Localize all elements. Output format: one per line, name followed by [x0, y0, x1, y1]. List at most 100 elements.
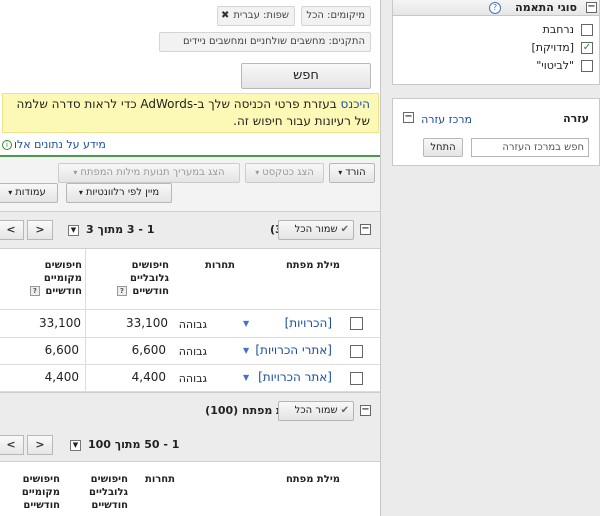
- match-type-exact-checkbox[interactable]: ✓: [581, 42, 593, 54]
- ideas-col-header-global-monthly[interactable]: חיפושים גלובליים חודשיים: [78, 473, 128, 512]
- col-header-keyword[interactable]: מילת מפתח: [286, 259, 340, 272]
- ideas-col-header-keyword[interactable]: מילת מפתח: [286, 473, 340, 486]
- keyword-ideas-collapse-icon[interactable]: −: [360, 405, 371, 416]
- match-type-broad-checkbox[interactable]: [581, 24, 593, 36]
- search-button[interactable]: חפש: [241, 63, 371, 89]
- help-center-link[interactable]: מרכז עזרה: [421, 113, 472, 126]
- col-header-local-monthly-label: חיפושים מקומיים חודשיים: [43, 260, 82, 297]
- language-filter-chip[interactable]: שפות: עברית ✖: [217, 6, 295, 26]
- col-header-local-monthly[interactable]: חיפושים מקומיים חודשיים ?: [20, 259, 82, 298]
- show-as-text-label: הצג כטקסט: [262, 167, 314, 178]
- search-terms-next-page-button[interactable]: >: [27, 220, 53, 240]
- help-search-input[interactable]: חפש במרכז העזרה: [471, 138, 589, 157]
- keyword-menu-caret-icon[interactable]: ▼: [243, 346, 249, 355]
- local-monthly-value: 33,100: [39, 316, 81, 330]
- match-type-phrase-checkbox[interactable]: [581, 60, 593, 72]
- show-in-traffic-estimator-label: הצג במעריך תנועת מילות המפתח: [80, 167, 225, 178]
- row-divider: [0, 364, 380, 365]
- global-monthly-value: 33,100: [126, 316, 168, 330]
- help-search-placeholder: חפש במרכז העזרה: [502, 142, 584, 153]
- language-filter-label: שפות: עברית: [233, 10, 289, 21]
- match-type-broad-label: נרחבת: [542, 23, 574, 36]
- match-types-panel: − סוגי התאמה ? נרחבת ✓ [מדויקת] "לביטוי": [392, 0, 600, 85]
- ideas-col-header-local-monthly[interactable]: חיפושים מקומיים חודשיים: [16, 473, 60, 512]
- show-in-traffic-estimator-caret-icon: ▾: [73, 168, 78, 177]
- help-panel-collapse-icon[interactable]: −: [403, 112, 414, 123]
- search-terms-collapse-icon[interactable]: −: [360, 224, 371, 235]
- remove-language-filter-icon[interactable]: ✖: [221, 10, 229, 21]
- sort-by-relevance-caret-icon: ▾: [78, 188, 83, 197]
- row-divider: [0, 337, 380, 338]
- sort-by-relevance-button[interactable]: מיין לפי רלוונטיות▾: [66, 183, 172, 203]
- row-divider: [0, 309, 380, 310]
- data-info-link[interactable]: מידע על נתונים אלו: [14, 138, 106, 151]
- save-all-label: שמור הכל: [294, 405, 338, 416]
- global-monthly-value: 6,600: [131, 343, 166, 357]
- download-button[interactable]: הורד▾: [329, 163, 375, 183]
- keyword-link[interactable]: [אתרי הכרויות]: [255, 343, 332, 357]
- competition-value: גבוהה: [178, 318, 207, 331]
- locations-filter-chip[interactable]: מיקומים: הכל: [301, 6, 371, 26]
- search-terms-prev-page-button[interactable]: <: [0, 220, 24, 240]
- keyword-ideas-pager-text: 1 - 50 מתוך 100: [88, 438, 180, 451]
- sign-in-notice-text: בעזרת פרטי הכניסה שלך ב-AdWords כדי לראו…: [16, 97, 370, 128]
- search-terms-header: − מונחי חיפוש (3) ✔שמור הכל 1 - 3 מתוך 3…: [0, 212, 380, 249]
- info-row: i מידע על נתונים אלו: [0, 137, 380, 153]
- show-in-traffic-estimator-button[interactable]: הצג במעריך תנועת מילות המפתח▾: [58, 163, 240, 183]
- devices-filter-chip[interactable]: התקנים: מחשבים שולחניים ומחשבים ניידים: [159, 32, 371, 52]
- local-monthly-value: 4,400: [44, 370, 79, 384]
- competition-value: גבוהה: [178, 372, 207, 385]
- columns-label: עמודות: [15, 187, 46, 198]
- keyword-link[interactable]: [הכרויות]: [285, 316, 332, 330]
- col-header-global-monthly[interactable]: חיפושים גלובליים חודשיים ?: [107, 259, 169, 298]
- row-checkbox[interactable]: [350, 345, 363, 358]
- match-types-panel-header: − סוגי התאמה ?: [393, 0, 599, 16]
- columns-button[interactable]: עמודות▾: [0, 183, 58, 203]
- help-search-start-button[interactable]: התחל: [423, 138, 463, 157]
- help-panel-title: עזרה: [563, 112, 589, 125]
- devices-filter-label: התקנים: מחשבים שולחניים ומחשבים ניידים: [183, 36, 365, 47]
- main-pane: שפות: עברית ✖ מיקומים: הכל התקנים: מחשבים…: [0, 0, 381, 516]
- keyword-menu-caret-icon[interactable]: ▼: [243, 319, 249, 328]
- show-as-text-button[interactable]: הצג כטקסט▾: [245, 163, 324, 183]
- global-monthly-help-icon[interactable]: ?: [116, 286, 127, 296]
- save-all-label: שמור הכל: [294, 224, 338, 235]
- local-monthly-value: 6,600: [44, 343, 79, 357]
- side-pane: − סוגי התאמה ? נרחבת ✓ [מדויקת] "לביטוי"…: [392, 0, 600, 516]
- keyword-ideas-header: − רעיונות למילות מפתח (100) ✔שמור הכל 1 …: [0, 392, 380, 462]
- locations-filter-label: מיקומים: הכל: [306, 10, 365, 21]
- download-caret-icon: ▾: [338, 168, 343, 177]
- search-terms-save-all-button[interactable]: ✔שמור הכל: [278, 220, 354, 240]
- download-label: הורד: [345, 167, 366, 178]
- show-as-text-caret-icon: ▾: [255, 168, 260, 177]
- sign-in-link[interactable]: היכנס: [341, 97, 370, 111]
- columns-caret-icon: ▾: [8, 188, 13, 197]
- keyword-ideas-prev-page-button[interactable]: <: [0, 435, 24, 455]
- sign-in-notice: היכנס בעזרת פרטי הכניסה שלך ב-AdWords כד…: [2, 93, 379, 133]
- keyword-ideas-next-page-button[interactable]: >: [27, 435, 53, 455]
- match-types-collapse-icon[interactable]: −: [586, 2, 597, 13]
- column-divider: [85, 249, 86, 391]
- save-all-check-icon: ✔: [340, 224, 349, 235]
- match-types-title: סוגי התאמה: [515, 1, 577, 14]
- col-header-global-monthly-label: חיפושים גלובליים חודשיים: [130, 260, 169, 297]
- match-types-help-icon[interactable]: ?: [489, 2, 501, 14]
- ideas-col-header-competition[interactable]: תחרות: [145, 473, 175, 486]
- row-checkbox[interactable]: [350, 317, 363, 330]
- col-header-competition[interactable]: תחרות: [205, 259, 235, 272]
- local-monthly-help-icon[interactable]: ?: [29, 286, 40, 296]
- competition-value: גבוהה: [178, 345, 207, 358]
- info-icon: i: [2, 140, 12, 150]
- global-monthly-value: 4,400: [131, 370, 166, 384]
- match-type-phrase-label: "לביטוי": [536, 59, 574, 72]
- keyword-ideas-page-size-dropdown-icon[interactable]: ▼: [70, 440, 81, 451]
- keyword-menu-caret-icon[interactable]: ▼: [243, 373, 249, 382]
- keyword-ideas-save-all-button[interactable]: ✔שמור הכל: [278, 401, 354, 421]
- row-checkbox[interactable]: [350, 372, 363, 385]
- help-panel: − עזרה מרכז עזרה חפש במרכז העזרה התחל: [392, 98, 600, 166]
- results-toolbar: הורד▾ הצג כטקסט▾ הצג במעריך תנועת מילות …: [0, 157, 380, 212]
- save-all-check-icon: ✔: [340, 405, 349, 416]
- search-terms-pager-text: 1 - 3 מתוך 3: [86, 223, 155, 236]
- search-terms-page-size-dropdown-icon[interactable]: ▼: [68, 225, 79, 236]
- keyword-link[interactable]: [אתר הכרויות]: [258, 370, 332, 384]
